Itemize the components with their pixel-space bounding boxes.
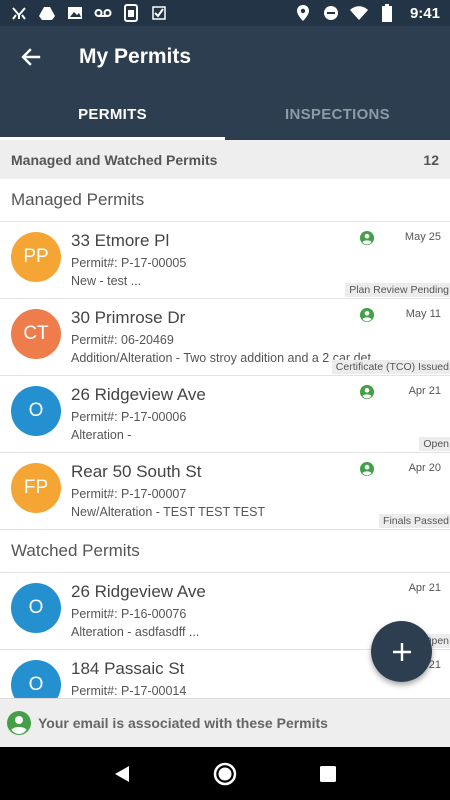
- permit-text: 30 Primrose Dr Permit#: 06-20469 Additio…: [71, 308, 400, 366]
- fork-icon: [10, 4, 28, 22]
- summary-count: 12: [423, 151, 439, 168]
- square-recents-icon: [320, 765, 337, 782]
- summary-bar: Managed and Watched Permits 12: [0, 140, 450, 179]
- status-time: 9:41: [409, 4, 440, 22]
- do-not-disturb-icon: [322, 4, 340, 22]
- permit-date: May 25: [404, 231, 441, 243]
- permit-number: Permit#: 06-20469: [71, 333, 174, 347]
- managed-section-header: Managed Permits: [0, 179, 450, 222]
- check-icon: [150, 4, 168, 22]
- permit-list[interactable]: Managed Permits PP 33 Etmore Pl Permit#:…: [0, 179, 450, 698]
- circle-home-icon: [213, 762, 237, 785]
- avatar: O: [11, 386, 61, 436]
- avatar: FP: [11, 463, 61, 513]
- notice-text: Your email is associated with these Perm…: [38, 715, 328, 731]
- permit-address: 26 Ridgeview Ave: [71, 385, 206, 404]
- status-badge: Open: [419, 437, 450, 451]
- permit-row[interactable]: PP 33 Etmore Pl Permit#: P-17-00005 New …: [0, 222, 450, 299]
- battery-icon: [378, 4, 396, 22]
- status-badge: Certificate (TCO) Issued: [331, 360, 450, 374]
- permit-number: Permit#: P-17-00014: [71, 684, 187, 698]
- add-permit-button[interactable]: [371, 621, 432, 682]
- account-circle-icon: [7, 711, 31, 735]
- sim-icon: [122, 4, 140, 22]
- status-bar: 9:41: [0, 0, 450, 26]
- triangle-back-icon: [114, 765, 129, 782]
- permit-address: 184 Passaic St: [71, 659, 185, 678]
- permit-row[interactable]: CT 30 Primrose Dr Permit#: 06-20469 Addi…: [0, 299, 450, 376]
- account-circle-icon: [360, 462, 374, 476]
- account-circle-icon: [360, 385, 374, 399]
- account-circle-icon: [360, 308, 374, 322]
- permit-text: 26 Ridgeview Ave Permit#: P-16-00076 Alt…: [71, 582, 400, 640]
- permit-text: 184 Passaic St Permit#: P-17-00014: [71, 659, 400, 698]
- app-bar: My Permits: [0, 26, 450, 88]
- permit-number: Permit#: P-17-00006: [71, 410, 187, 424]
- back-button[interactable]: [0, 26, 62, 88]
- avatar: PP: [11, 232, 61, 282]
- permit-address: Rear 50 South St: [71, 462, 202, 481]
- permit-number: Permit#: P-16-00076: [71, 607, 187, 621]
- permit-date: Apr 20: [408, 462, 441, 474]
- nav-back-button[interactable]: [102, 754, 142, 794]
- location-icon: [294, 4, 312, 22]
- permit-description: Alteration -: [71, 428, 132, 442]
- permit-number: Permit#: P-17-00005: [71, 256, 187, 270]
- status-badge: Plan Review Pending: [345, 283, 450, 297]
- permit-text: 33 Etmore Pl Permit#: P-17-00005 New - t…: [71, 231, 400, 289]
- image-icon: [66, 4, 84, 22]
- permit-date: Apr 21: [408, 582, 441, 594]
- permit-address: 30 Primrose Dr: [71, 308, 186, 327]
- permit-description: New/Alteration - TEST TEST TEST: [71, 505, 266, 519]
- drive-icon: [38, 4, 56, 22]
- plus-icon: [392, 642, 411, 661]
- avatar: O: [11, 660, 61, 698]
- page-title: My Permits: [79, 45, 192, 68]
- tab-bar: PERMITS INSPECTIONS: [0, 88, 450, 140]
- tab-inspections[interactable]: INSPECTIONS: [225, 88, 450, 140]
- voicemail-icon: [94, 4, 112, 22]
- email-notice: Your email is associated with these Perm…: [0, 698, 450, 747]
- status-badge: Finals Passed: [379, 514, 450, 528]
- summary-label: Managed and Watched Permits: [11, 151, 218, 168]
- tab-permits[interactable]: PERMITS: [0, 88, 225, 140]
- arrow-back-icon: [21, 48, 41, 66]
- wifi-icon: [349, 4, 368, 22]
- status-right-icons: 9:41: [294, 4, 440, 22]
- nav-home-button[interactable]: [205, 754, 245, 794]
- permit-text: Rear 50 South St Permit#: P-17-00007 New…: [71, 462, 400, 520]
- permit-row[interactable]: O 26 Ridgeview Ave Permit#: P-17-00006 A…: [0, 376, 450, 453]
- status-left-icons: [10, 4, 168, 22]
- permit-description: Alteration - asdfasdff ...: [71, 625, 200, 639]
- system-nav-bar: [0, 747, 450, 800]
- managed-permits-list: PP 33 Etmore Pl Permit#: P-17-00005 New …: [0, 222, 450, 530]
- watched-section-header: Watched Permits: [0, 530, 450, 573]
- account-circle-icon: [360, 231, 374, 245]
- permit-address: 26 Ridgeview Ave: [71, 582, 206, 601]
- permit-date: Apr 21: [408, 385, 441, 397]
- nav-recents-button[interactable]: [308, 754, 348, 794]
- permit-row[interactable]: FP Rear 50 South St Permit#: P-17-00007 …: [0, 453, 450, 530]
- permit-number: Permit#: P-17-00007: [71, 487, 187, 501]
- avatar: O: [11, 583, 61, 633]
- permit-address: 33 Etmore Pl: [71, 231, 170, 250]
- permit-text: 26 Ridgeview Ave Permit#: P-17-00006 Alt…: [71, 385, 400, 443]
- permit-date: May 11: [405, 308, 441, 320]
- avatar: CT: [11, 309, 61, 359]
